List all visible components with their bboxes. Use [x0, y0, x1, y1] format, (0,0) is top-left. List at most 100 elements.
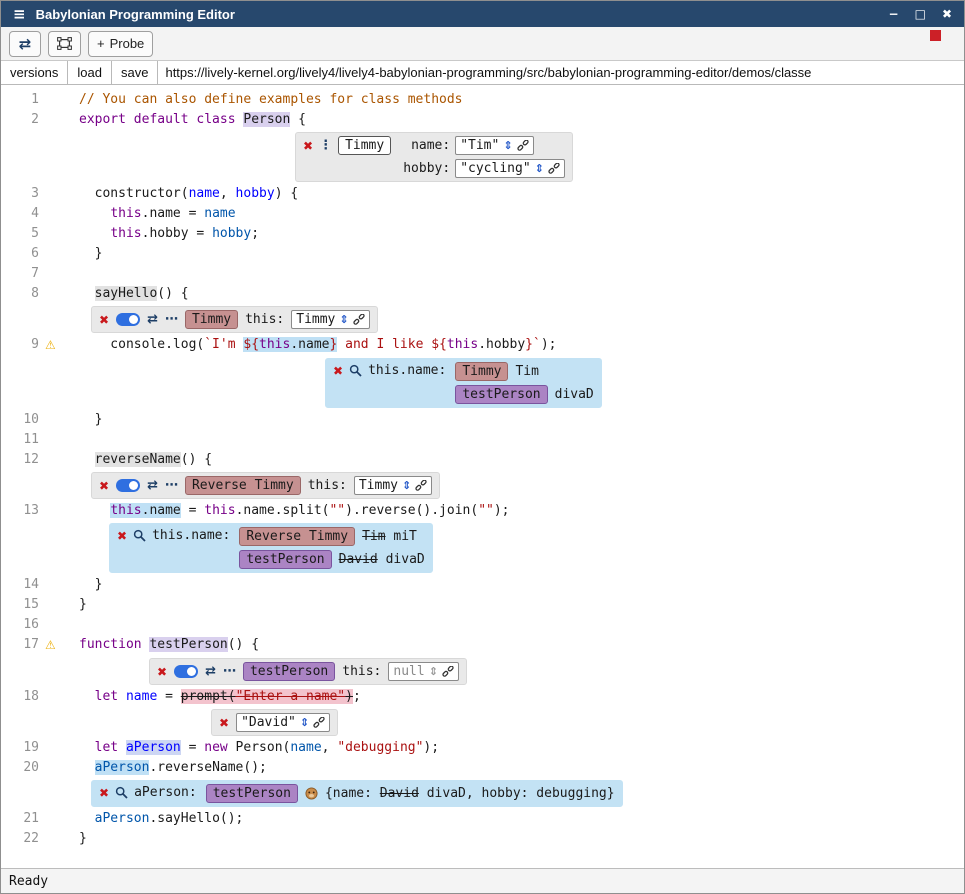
code-line[interactable]: } — [67, 595, 87, 615]
code-line[interactable]: aPerson.sayHello(); — [67, 809, 243, 829]
widget-slot: ✖ "David"⇕ — [67, 707, 338, 738]
line-number: 1 — [1, 90, 45, 110]
stepper-icon[interactable]: ⇕ — [503, 137, 512, 154]
switch-icon[interactable]: ⇄ — [205, 665, 216, 678]
sync-indicator[interactable] — [930, 30, 941, 41]
selection-button[interactable] — [48, 31, 81, 57]
close-window-button[interactable]: ✖ — [942, 7, 952, 21]
example-badge[interactable]: testPerson — [239, 550, 331, 569]
code-line[interactable]: let aPerson = new Person(name, "debuggin… — [67, 738, 439, 758]
link-icon[interactable] — [442, 666, 454, 678]
code-line[interactable]: this.name = this.name.split("").reverse(… — [67, 501, 510, 521]
url-field[interactable]: https://lively-kernel.org/lively4/lively… — [158, 61, 964, 84]
example-badge[interactable]: testPerson — [243, 662, 335, 681]
value-input[interactable]: Timmy⇕ — [291, 310, 369, 329]
value-input[interactable]: "David"⇕ — [236, 713, 330, 732]
link-icon[interactable] — [313, 717, 325, 729]
menu-icon[interactable]: ⋯ — [165, 313, 178, 326]
remove-button[interactable]: ✖ — [99, 480, 109, 492]
code-token: aPerson — [95, 760, 150, 775]
remove-button[interactable]: ✖ — [99, 314, 109, 326]
activate-toggle[interactable] — [116, 313, 140, 326]
stepper-icon[interactable]: ⇕ — [300, 714, 309, 731]
monkey-icon[interactable] — [305, 787, 318, 800]
link-icon[interactable] — [517, 140, 529, 152]
code-token: constructor( — [79, 186, 189, 201]
code-token — [79, 689, 95, 704]
code-token: } — [79, 246, 102, 261]
code-token: prompt( — [181, 689, 236, 704]
maximize-button[interactable]: □ — [915, 7, 926, 21]
example-badge[interactable]: Reverse Timmy — [185, 476, 301, 495]
value-input[interactable]: "cycling"⇕ — [455, 159, 565, 178]
code-line[interactable]: // You can also define examples for clas… — [67, 90, 463, 110]
code-line[interactable]: this.name = name — [67, 204, 236, 224]
code-line[interactable]: function testPerson() { — [67, 635, 259, 656]
link-icon[interactable] — [353, 314, 365, 326]
remove-button[interactable]: ✖ — [303, 140, 313, 152]
minimize-button[interactable]: − — [889, 7, 899, 21]
link-icon[interactable] — [548, 163, 560, 175]
remove-button[interactable]: ✖ — [157, 666, 167, 678]
example-badge[interactable]: testPerson — [206, 784, 298, 803]
stepper-icon[interactable]: ⇕ — [402, 477, 411, 494]
remove-button[interactable]: ✖ — [99, 787, 109, 799]
remove-button[interactable]: ✖ — [333, 365, 343, 377]
code-token: } — [79, 577, 102, 592]
example-badge[interactable]: Timmy — [185, 310, 238, 329]
code-row: 19 let aPerson = new Person(name, "debug… — [1, 738, 964, 758]
gutter-warning-slot: ⚠ — [45, 335, 67, 356]
menu-icon[interactable]: ⋯ — [223, 665, 236, 678]
code-area[interactable]: 1 // You can also define examples for cla… — [1, 85, 964, 868]
code-line[interactable] — [67, 430, 79, 450]
example-badge[interactable]: Timmy — [338, 136, 391, 155]
code-line[interactable] — [67, 615, 79, 635]
hamburger-menu-icon[interactable]: ≡ — [13, 5, 26, 23]
save-button[interactable]: save — [112, 61, 158, 84]
load-button[interactable]: load — [68, 61, 112, 84]
activate-toggle[interactable] — [116, 479, 140, 492]
code-line[interactable]: } — [67, 575, 102, 595]
code-line[interactable]: export default class Person { — [67, 110, 306, 130]
code-line[interactable]: reverseName() { — [67, 450, 212, 470]
code-token: name — [290, 740, 321, 755]
stepper-icon[interactable]: ⇕ — [429, 663, 438, 680]
versions-button[interactable]: versions — [1, 61, 68, 84]
stepper-icon[interactable]: ⇕ — [339, 311, 348, 328]
add-probe-button[interactable]: + Probe — [88, 31, 153, 57]
stepper-icon[interactable]: ⇕ — [535, 160, 544, 177]
code-line[interactable] — [67, 264, 79, 284]
value-input[interactable]: "Tim"⇕ — [455, 136, 533, 155]
link-icon[interactable] — [415, 480, 427, 492]
gutter-spacer — [1, 470, 45, 501]
code-row: 9⚠ console.log(`I'm ${this.name} and I l… — [1, 335, 964, 356]
value-input[interactable]: null⇕ — [388, 662, 459, 681]
example-badge[interactable]: Timmy — [455, 362, 508, 381]
example-badge[interactable]: Reverse Timmy — [239, 527, 355, 546]
code-line[interactable]: let name = prompt("Enter a name"); — [67, 687, 361, 707]
code-line[interactable]: this.hobby = hobby; — [67, 224, 259, 244]
probe-value-part: divaD — [378, 552, 425, 567]
switch-icon[interactable]: ⇄ — [147, 313, 158, 326]
gutter-warning-slot — [45, 264, 67, 284]
switch-icon[interactable]: ⇄ — [147, 479, 158, 492]
code-line[interactable]: aPerson.reverseName(); — [67, 758, 267, 778]
code-token — [79, 811, 95, 826]
menu-icon[interactable]: ⋯ — [165, 479, 178, 492]
code-line[interactable]: } — [67, 244, 102, 264]
swap-button[interactable]: ⇄ — [9, 31, 41, 57]
remove-button[interactable]: ✖ — [219, 717, 229, 729]
code-line[interactable]: constructor(name, hobby) { — [67, 184, 298, 204]
remove-button[interactable]: ✖ — [117, 530, 127, 542]
example-badge[interactable]: testPerson — [455, 385, 547, 404]
code-line[interactable]: sayHello() { — [67, 284, 189, 304]
value-input[interactable]: Timmy⇕ — [354, 476, 432, 495]
line-number: 19 — [1, 738, 45, 758]
code-line[interactable]: console.log(`I'm ${this.name} and I like… — [67, 335, 556, 356]
code-line[interactable]: } — [67, 829, 87, 849]
menu-icon[interactable]: ⋮ — [319, 139, 332, 152]
code-token: reverseName — [95, 452, 181, 467]
activate-toggle[interactable] — [174, 665, 198, 678]
gutter-warning-slot — [45, 778, 67, 809]
code-line[interactable]: } — [67, 410, 102, 430]
